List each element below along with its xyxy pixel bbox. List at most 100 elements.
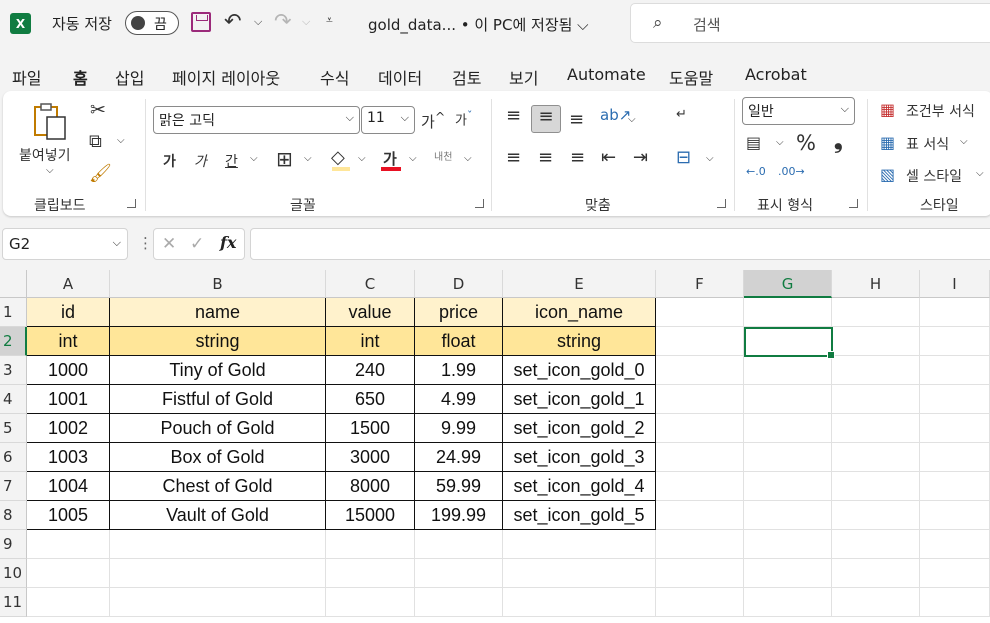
copy-icon[interactable]: ⧉: [89, 131, 102, 152]
table-cell[interactable]: Box of Gold: [110, 443, 326, 472]
cancel-entry-icon[interactable]: ✕: [162, 234, 176, 254]
empty-cell[interactable]: [920, 356, 990, 385]
empty-cell[interactable]: [27, 559, 110, 588]
empty-cell[interactable]: [920, 327, 990, 356]
header-cell[interactable]: icon_name: [503, 298, 656, 327]
table-cell[interactable]: Chest of Gold: [110, 472, 326, 501]
header-cell[interactable]: price: [415, 298, 503, 327]
empty-cell[interactable]: [656, 356, 744, 385]
empty-cell[interactable]: [656, 327, 744, 356]
table-cell[interactable]: set_icon_gold_2: [503, 414, 656, 443]
align-top-icon[interactable]: ≡: [506, 105, 521, 126]
empty-cell[interactable]: [832, 298, 920, 327]
table-cell[interactable]: set_icon_gold_0: [503, 356, 656, 385]
copy-dropdown-icon[interactable]: ⌵: [117, 135, 125, 146]
header-cell[interactable]: float: [415, 327, 503, 356]
empty-cell[interactable]: [920, 588, 990, 617]
borders-dropdown-icon[interactable]: ⌵: [304, 153, 312, 164]
font-color-dropdown-icon[interactable]: ⌵: [409, 153, 417, 164]
insert-function-button[interactable]: fx: [220, 233, 236, 252]
orientation-icon[interactable]: ab↗: [600, 106, 631, 124]
table-cell[interactable]: 1005: [27, 501, 110, 530]
underline-dropdown-icon[interactable]: ⌵: [250, 153, 258, 164]
row-header-3[interactable]: 3: [0, 356, 27, 385]
table-cell[interactable]: Vault of Gold: [110, 501, 326, 530]
empty-cell[interactable]: [920, 414, 990, 443]
undo-dropdown-icon[interactable]: ⌵: [254, 15, 262, 29]
cell-styles-button[interactable]: 셀 스타일: [906, 166, 962, 186]
table-cell[interactable]: 199.99: [415, 501, 503, 530]
tab-formulas[interactable]: 수식: [320, 65, 349, 89]
table-cell[interactable]: set_icon_gold_5: [503, 501, 656, 530]
autosave-toggle[interactable]: 끔: [125, 11, 179, 35]
table-cell[interactable]: set_icon_gold_4: [503, 472, 656, 501]
table-cell[interactable]: 1.99: [415, 356, 503, 385]
accounting-dropdown-icon[interactable]: ⌵: [776, 137, 784, 148]
underline-button[interactable]: 간: [225, 151, 238, 171]
column-header-d[interactable]: D: [415, 270, 503, 298]
header-cell[interactable]: int: [326, 327, 415, 356]
increase-indent-icon[interactable]: ⇥: [633, 147, 648, 168]
row-header-8[interactable]: 8: [0, 501, 27, 530]
empty-cell[interactable]: [920, 443, 990, 472]
empty-cell[interactable]: [744, 588, 832, 617]
cut-icon[interactable]: ✂: [90, 99, 106, 121]
column-header-e[interactable]: E: [503, 270, 656, 298]
conditional-format-button[interactable]: 조건부 서식: [906, 101, 975, 121]
header-cell[interactable]: name: [110, 298, 326, 327]
increase-decimal-icon[interactable]: ←.0: [746, 165, 766, 178]
formula-input[interactable]: [250, 228, 990, 260]
row-header-5[interactable]: 5: [0, 414, 27, 443]
header-cell[interactable]: string: [503, 327, 656, 356]
row-header-7[interactable]: 7: [0, 472, 27, 501]
row-header-6[interactable]: 6: [0, 443, 27, 472]
empty-cell[interactable]: [832, 356, 920, 385]
empty-cell[interactable]: [656, 559, 744, 588]
table-cell[interactable]: set_icon_gold_3: [503, 443, 656, 472]
tab-insert[interactable]: 삽입: [115, 65, 144, 89]
font-size-select[interactable]: 11 ⌵: [361, 106, 415, 134]
row-header-1[interactable]: 1: [0, 298, 27, 327]
table-cell[interactable]: 1004: [27, 472, 110, 501]
table-cell[interactable]: 4.99: [415, 385, 503, 414]
empty-cell[interactable]: [744, 414, 832, 443]
empty-cell[interactable]: [326, 559, 415, 588]
empty-cell[interactable]: [920, 501, 990, 530]
empty-cell[interactable]: [656, 501, 744, 530]
empty-cell[interactable]: [27, 530, 110, 559]
align-right-icon[interactable]: ≡: [570, 147, 585, 168]
empty-cell[interactable]: [832, 501, 920, 530]
format-table-button[interactable]: 표 서식: [906, 134, 949, 154]
phonetic-guide-button[interactable]: 내천: [434, 148, 452, 163]
empty-cell[interactable]: [744, 472, 832, 501]
orientation-dropdown-icon[interactable]: ⌵: [628, 114, 636, 125]
empty-cell[interactable]: [656, 443, 744, 472]
empty-cell[interactable]: [27, 588, 110, 617]
tab-page-layout[interactable]: 페이지 레이아웃: [172, 65, 280, 89]
merge-dropdown-icon[interactable]: ⌵: [706, 153, 714, 164]
tab-file[interactable]: 파일: [12, 65, 41, 89]
clipboard-launcher-icon[interactable]: [127, 199, 136, 208]
accounting-format-icon[interactable]: ▤: [746, 133, 761, 152]
row-header-9[interactable]: 9: [0, 530, 27, 559]
align-left-icon[interactable]: ≡: [506, 147, 521, 168]
tab-view[interactable]: 보기: [509, 65, 538, 89]
row-header-10[interactable]: 10: [0, 559, 27, 588]
empty-cell[interactable]: [656, 588, 744, 617]
decrease-indent-icon[interactable]: ⇤: [601, 147, 616, 168]
column-header-g[interactable]: G: [744, 270, 832, 298]
header-cell[interactable]: value: [326, 298, 415, 327]
table-cell[interactable]: 1003: [27, 443, 110, 472]
empty-cell[interactable]: [832, 414, 920, 443]
fill-color-icon[interactable]: ◇: [331, 147, 345, 168]
format-table-dropdown-icon[interactable]: ⌵: [960, 136, 968, 147]
empty-cell[interactable]: [110, 588, 326, 617]
merge-center-icon[interactable]: ⊟: [676, 147, 691, 168]
empty-cell[interactable]: [326, 588, 415, 617]
table-cell[interactable]: 1000: [27, 356, 110, 385]
empty-cell[interactable]: [110, 559, 326, 588]
decrease-decimal-icon[interactable]: .00→: [778, 165, 805, 178]
empty-cell[interactable]: [920, 472, 990, 501]
empty-cell[interactable]: [832, 472, 920, 501]
table-cell[interactable]: 1002: [27, 414, 110, 443]
